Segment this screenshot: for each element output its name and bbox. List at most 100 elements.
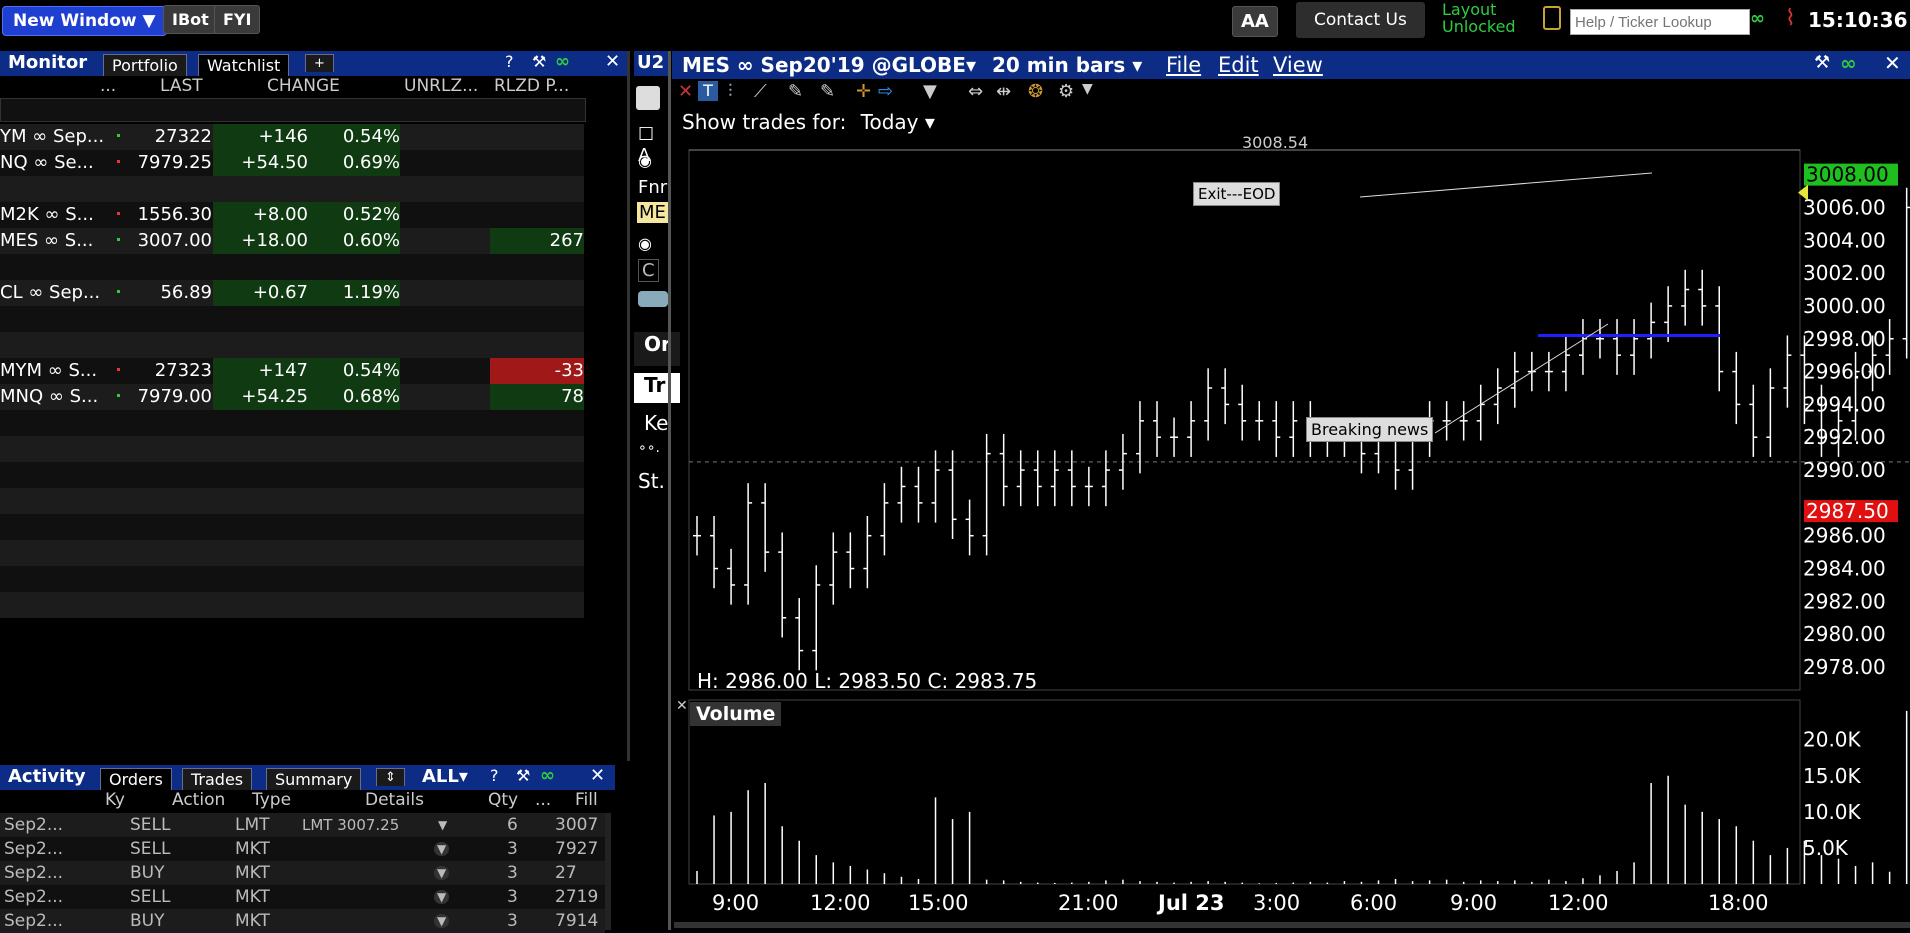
activity-scrollbar[interactable] — [605, 813, 611, 930]
col-fill[interactable]: Fill — [575, 790, 598, 810]
col-action[interactable]: Action — [172, 790, 225, 810]
volume-chart[interactable]: 20.0K 15.0K 10.0K 5.0K — [672, 698, 1910, 888]
watchlist-row[interactable] — [0, 566, 584, 592]
close-icon[interactable]: ✕ — [590, 765, 605, 786]
ticker-lookup-input[interactable] — [1570, 9, 1750, 35]
watchlist-row[interactable]: MNQ ∞ S... 7979.00 +54.25 0.68% 78 — [0, 384, 584, 410]
col-last[interactable]: LAST — [160, 76, 203, 96]
middle-symbol-input[interactable]: ME — [637, 202, 668, 223]
watchlist-row[interactable]: CL ∞ Sep... 56.89 +0.67 1.19% — [0, 280, 584, 306]
watchlist-row[interactable] — [0, 176, 584, 202]
expand-icon-2[interactable]: ◉ — [638, 234, 652, 253]
show-trades-dropdown[interactable]: Today ▾ — [861, 110, 935, 134]
bar-size-dropdown[interactable]: 20 min bars ▾ — [992, 53, 1142, 77]
arrow-icon[interactable]: ⇨ — [878, 81, 893, 102]
dropdown-icon[interactable]: ▼ — [1082, 81, 1093, 97]
expand-icon[interactable]: ◉ — [638, 151, 652, 170]
layout-lock-status[interactable]: Layout Unlocked — [1442, 1, 1516, 35]
unlock-icon[interactable] — [1543, 6, 1561, 30]
annotation-breaking-news[interactable]: Breaking news — [1306, 417, 1434, 442]
order-row[interactable]: Sep2... SELL LMT LMT 3007.25 ▼ 6 3007 — [0, 813, 605, 837]
filter-icon[interactable]: ▼ — [923, 81, 937, 102]
font-size-button[interactable]: AA — [1232, 6, 1278, 37]
zoom-icon[interactable]: ⇔ — [968, 81, 983, 102]
watchlist-row[interactable]: YM ∞ Sep... 27322 +146 0.54% — [0, 124, 584, 150]
col-unrlz[interactable]: UNRLZ... — [404, 76, 478, 96]
settings-icon[interactable]: ⚙ — [1058, 81, 1074, 102]
price-chart[interactable]: 3008.54 3006.00 3004.00 3002.00 3000.00 2998.… — [672, 136, 1910, 696]
tab-portfolio[interactable]: Portfolio — [103, 54, 187, 76]
watchlist-row[interactable] — [0, 592, 584, 618]
middle-c-button[interactable]: C — [638, 259, 659, 282]
watchlist-row[interactable] — [0, 436, 584, 462]
link-icon[interactable]: ∞ — [540, 765, 555, 786]
menu-file[interactable]: File — [1166, 53, 1201, 77]
ibot-button[interactable]: IBot — [163, 5, 218, 34]
col-rlzd[interactable]: RLZD P... — [494, 76, 569, 96]
middle-blue-bar[interactable] — [638, 291, 668, 307]
order-row[interactable]: Sep2... SELL MKT ▼ 3 2719 — [0, 885, 605, 909]
col-more[interactable]: ... — [535, 790, 551, 810]
col-ky[interactable]: Ky — [105, 790, 125, 810]
order-row[interactable]: Sep2... BUY MKT ▼ 3 7914 — [0, 909, 605, 933]
link-icon[interactable]: ∞ — [1840, 51, 1857, 75]
wrench-icon[interactable]: ⚒ — [532, 52, 546, 71]
watchlist-row[interactable] — [0, 462, 584, 488]
watchlist-row[interactable] — [0, 254, 584, 280]
split-icon[interactable]: ⇹ — [996, 81, 1011, 102]
close-icon[interactable]: ✕ — [605, 51, 620, 72]
pencil-icon-2[interactable]: ✎ — [820, 81, 835, 102]
watchlist-row[interactable] — [0, 410, 584, 436]
line-tool-icon[interactable]: ⟋ — [754, 81, 767, 102]
watchlist-row[interactable] — [0, 540, 584, 566]
watchlist-row[interactable]: NQ ∞ Se... 7979.25 +54.50 0.69% — [0, 150, 584, 176]
col-change[interactable]: CHANGE — [267, 76, 340, 96]
tab-summary[interactable]: Summary — [266, 768, 362, 790]
palette-icon[interactable]: ❂ — [1028, 81, 1043, 102]
delete-icon[interactable]: ✕ — [678, 81, 693, 102]
annotation-exit[interactable]: Exit---EOD — [1193, 182, 1281, 206]
panel-divider[interactable] — [668, 51, 671, 930]
wrench-icon[interactable]: ⚒ — [516, 766, 530, 785]
watchlist-row[interactable] — [0, 306, 584, 332]
col-sym[interactable]: ... — [100, 76, 116, 96]
wrench-icon[interactable]: ⚒ — [1814, 52, 1830, 73]
time-scrollbar[interactable] — [674, 922, 1910, 928]
order-row[interactable]: Sep2... SELL MKT ▼ 3 7927 — [0, 837, 605, 861]
crosshair-icon[interactable]: ✛ — [856, 81, 871, 102]
tab-watchlist[interactable]: Watchlist — [198, 54, 290, 76]
tool-icon[interactable] — [636, 86, 660, 110]
tab-orders[interactable]: Orders — [100, 768, 172, 790]
contact-us-button[interactable]: Contact Us — [1296, 2, 1425, 38]
watchlist-row[interactable] — [0, 514, 584, 540]
menu-edit[interactable]: Edit — [1218, 53, 1259, 77]
close-icon[interactable]: ✕ — [1884, 51, 1901, 75]
plot-area[interactable] — [688, 149, 1801, 691]
help-icon[interactable]: ? — [490, 766, 499, 785]
add-tab-button[interactable]: + — [305, 54, 334, 72]
col-qty[interactable]: Qty — [488, 790, 518, 810]
monitor-input-row[interactable] — [0, 98, 586, 122]
pencil-icon[interactable]: ✎ — [788, 81, 803, 102]
col-details[interactable]: Details — [365, 790, 424, 810]
watchlist-row[interactable] — [0, 488, 584, 514]
order-row[interactable]: Sep2... BUY MKT ▼ 3 27 — [0, 861, 605, 885]
link-icon[interactable]: ∞ — [1750, 8, 1765, 29]
volume-plot-area[interactable] — [688, 699, 1801, 885]
bars-tool-icon[interactable]: ⫶ — [728, 81, 733, 102]
help-icon[interactable]: ? — [505, 52, 514, 71]
watchlist-row[interactable]: M2K ∞ S... 1556.30 +8.00 0.52% — [0, 202, 584, 228]
watchlist-row[interactable]: MES ∞ S... 3007.00 +18.00 0.60% 267 — [0, 228, 584, 254]
menu-view[interactable]: View — [1273, 53, 1323, 77]
watchlist-row[interactable] — [0, 332, 584, 358]
new-window-button[interactable]: New Window ▼ — [2, 6, 167, 36]
chart-symbol-dropdown[interactable]: MES ∞ Sep20'19 @GLOBE▾ — [682, 53, 976, 77]
tab-more[interactable]: ⇕ — [376, 768, 405, 786]
watchlist-row[interactable]: MYM ∞ S... 27323 +147 0.54% -33 — [0, 358, 584, 384]
filter-dropdown[interactable]: ALL▾ — [422, 766, 468, 787]
col-type[interactable]: Type — [252, 790, 291, 810]
link-icon[interactable]: ∞ — [555, 51, 570, 72]
tab-trades[interactable]: Trades — [182, 768, 253, 790]
close-pane-icon[interactable]: ✕ — [676, 698, 688, 714]
text-tool-icon[interactable]: T — [698, 81, 718, 101]
